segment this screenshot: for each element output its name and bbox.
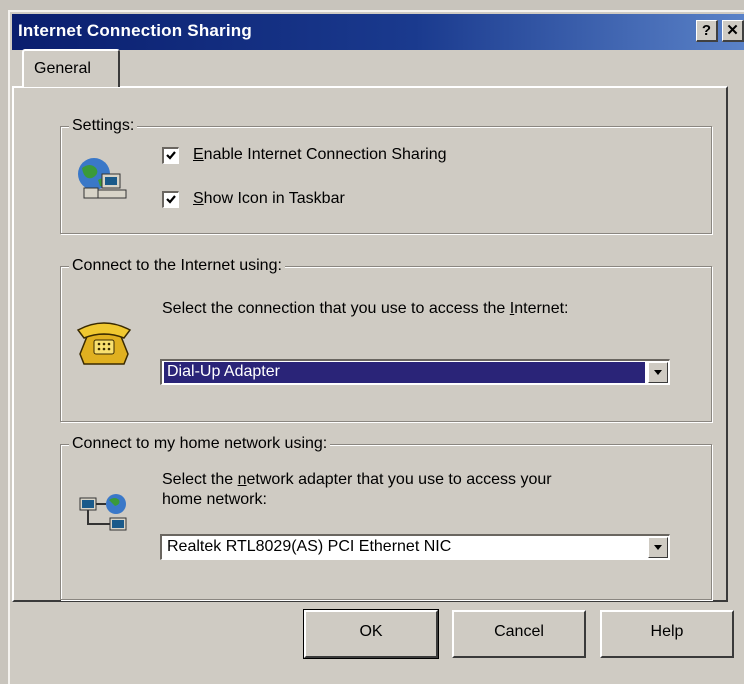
- help-title-button[interactable]: ?: [696, 20, 718, 42]
- internet-prompt: Select the connection that you use to ac…: [162, 300, 569, 317]
- home-network-icon: [79, 494, 127, 531]
- show-icon-row[interactable]: Show Icon in Taskbar: [162, 190, 345, 208]
- enable-sharing-checkbox[interactable]: [162, 146, 179, 164]
- tab-general[interactable]: General: [22, 49, 120, 87]
- tab-general-label: General: [34, 60, 91, 77]
- ok-button[interactable]: OK: [303, 609, 439, 659]
- home-network-legend: Connect to my home network using:: [69, 434, 331, 454]
- internet-connection-select[interactable]: Dial-Up Adapter: [160, 359, 670, 385]
- show-icon-label: Show Icon in Taskbar: [193, 190, 345, 207]
- close-button[interactable]: ✕: [722, 20, 744, 42]
- internet-group: Connect to the Internet using:: [60, 256, 712, 422]
- home-network-group: Connect to my home network using:: [60, 434, 712, 600]
- home-network-adapter-value: Realtek RTL8029(AS) PCI Ethernet NIC: [167, 538, 452, 555]
- window-title: Internet Connection Sharing: [18, 21, 252, 40]
- telephone-icon: [76, 322, 132, 365]
- home-network-adapter-select[interactable]: Realtek RTL8029(AS) PCI Ethernet NIC: [160, 534, 670, 560]
- home-network-prompt: Select the network adapter that you use …: [162, 471, 552, 508]
- internet-legend: Connect to the Internet using:: [69, 256, 285, 276]
- show-icon-checkbox[interactable]: [162, 190, 179, 208]
- chevron-down-icon[interactable]: [648, 362, 668, 383]
- cancel-button[interactable]: Cancel: [452, 610, 586, 658]
- help-button[interactable]: Help: [600, 610, 734, 658]
- enable-sharing-row[interactable]: Enable Internet Connection Sharing: [162, 146, 447, 164]
- enable-sharing-label: Enable Internet Connection Sharing: [193, 146, 447, 163]
- internet-connection-value: Dial-Up Adapter: [164, 362, 645, 383]
- settings-group: Settings:: [60, 116, 712, 234]
- settings-legend: Settings:: [69, 116, 138, 136]
- network-globe-icon: [78, 158, 127, 199]
- chevron-down-icon[interactable]: [648, 537, 668, 558]
- title-bar[interactable]: Internet Connection Sharing ? ✕: [12, 14, 744, 50]
